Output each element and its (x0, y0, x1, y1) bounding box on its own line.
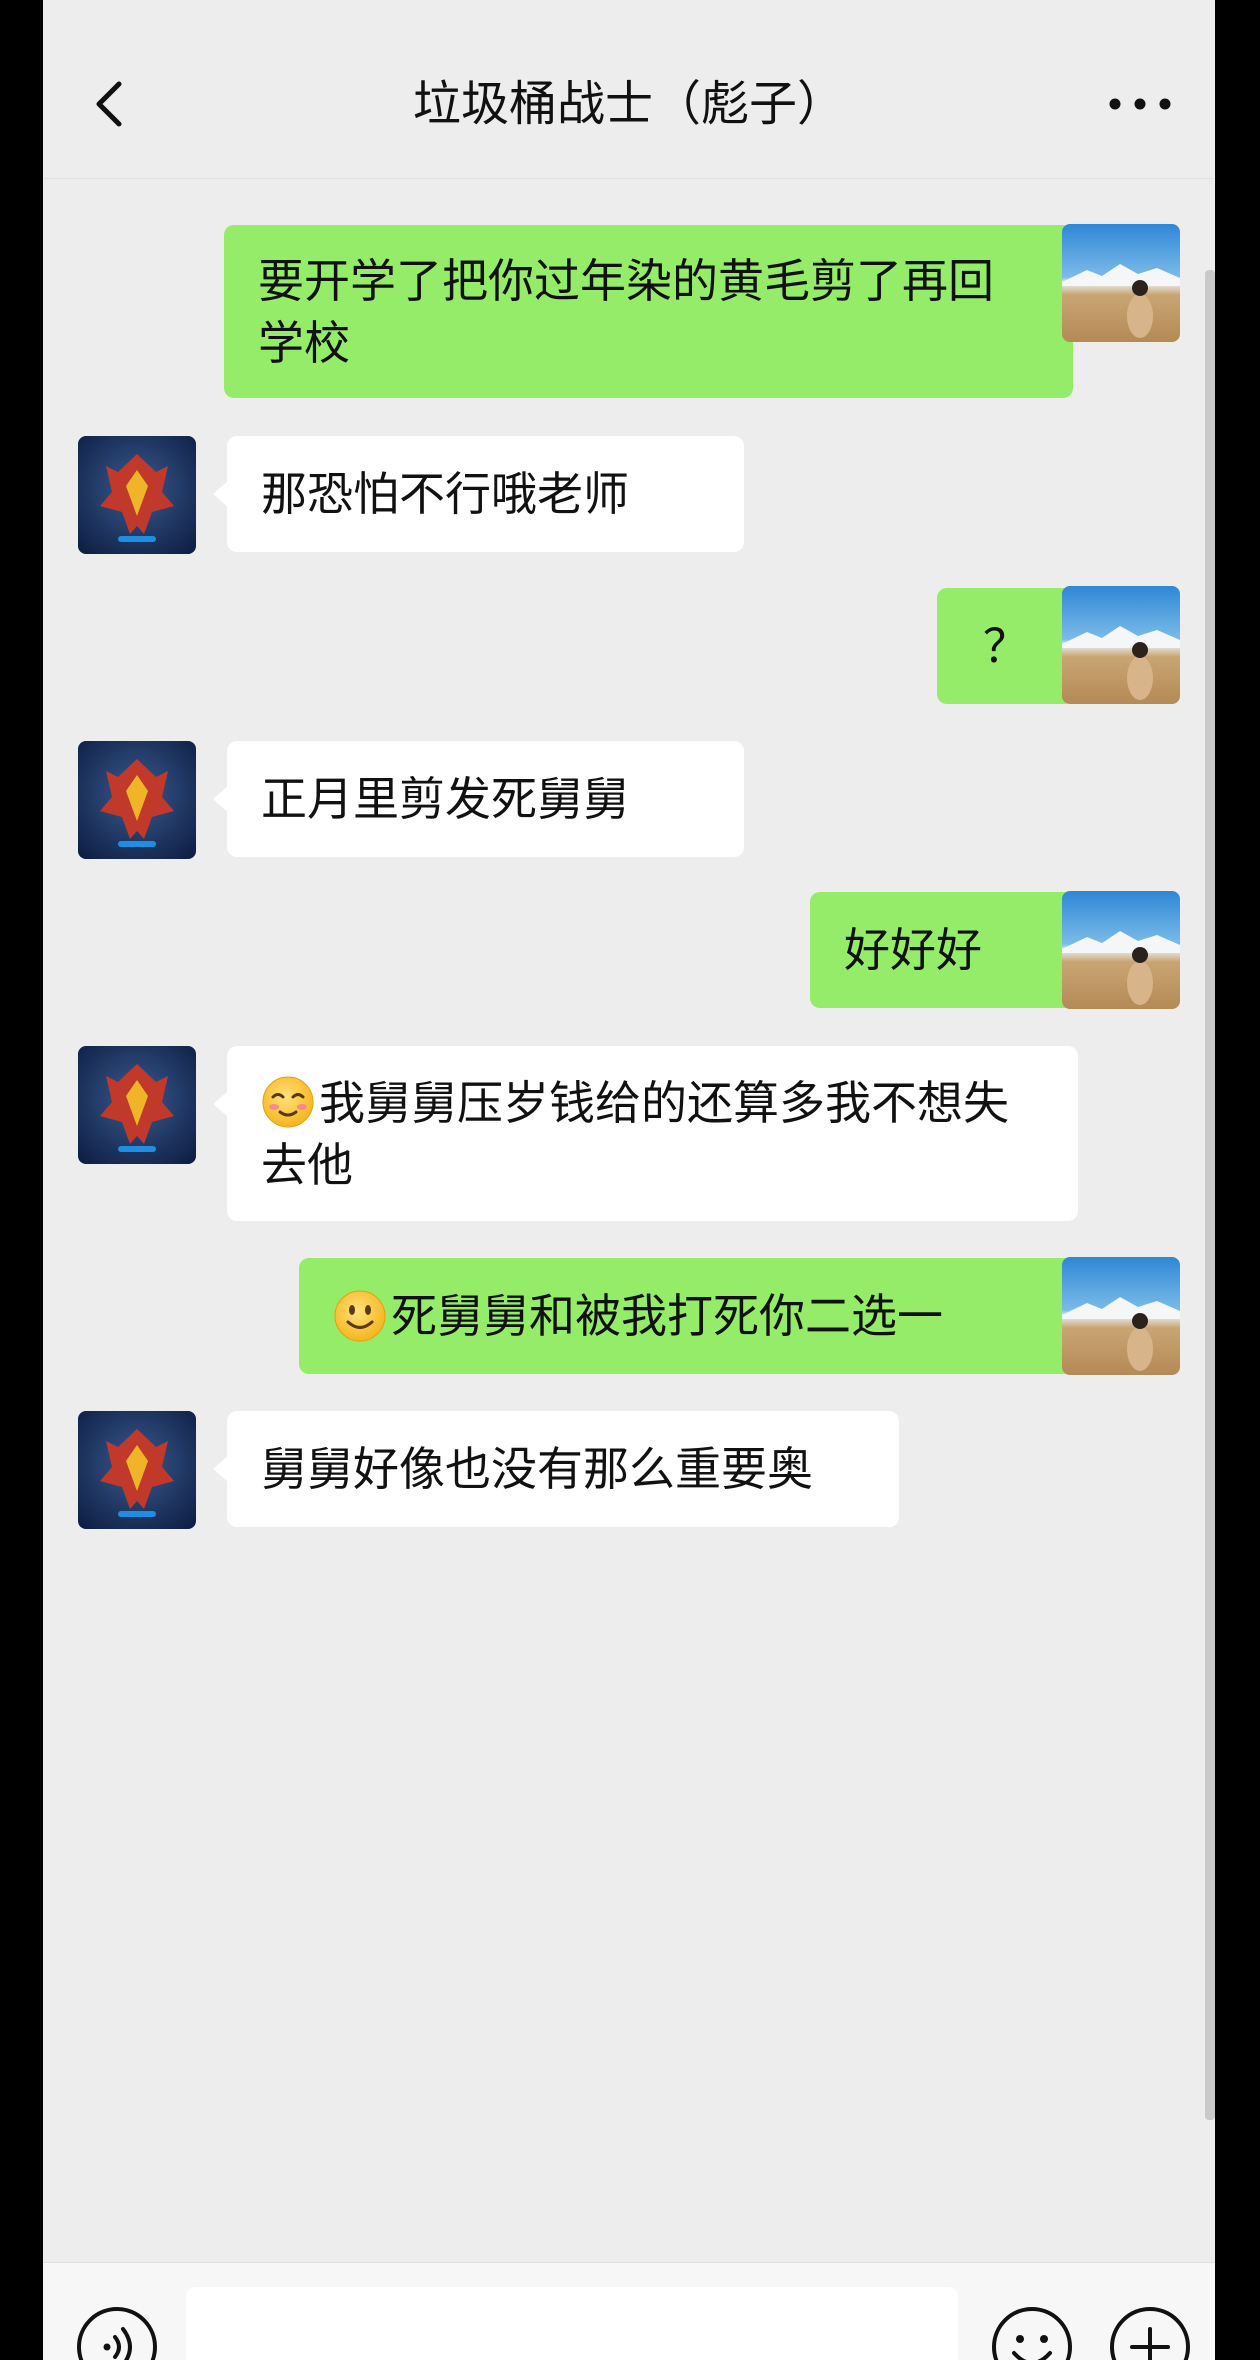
message-text: 死舅舅和被我打死你二选一 (391, 1289, 943, 1343)
message-text: 好好好 (844, 923, 982, 977)
message-bubble-incoming[interactable]: 那恐怕不行哦老师 (213, 436, 744, 552)
message-bubble-outgoing[interactable]: 好好好 (810, 892, 1089, 1008)
message-bubble-outgoing[interactable]: 要开学了把你过年染的黄毛剪了再回学校 (224, 225, 1087, 398)
message-text: 舅舅好像也没有那么重要奥 (261, 1442, 813, 1496)
my-avatar[interactable] (1062, 224, 1180, 342)
message-input[interactable] (186, 2287, 958, 2360)
contact-avatar[interactable] (78, 741, 196, 859)
message-bubble-incoming[interactable]: 我舅舅压岁钱给的还算多我不想失去他 (213, 1046, 1078, 1221)
chat-screen: 垃圾桶战士（彪子） 要开学了把你过年染的黄毛剪了再回学校 那恐怕不行哦老师 ？ (43, 0, 1215, 2360)
message-text: 正月里剪发死舅舅 (261, 772, 629, 826)
chevron-left-icon[interactable] (83, 76, 139, 132)
chat-title: 垃圾桶战士（彪子） (412, 76, 845, 132)
contact-avatar[interactable] (78, 1046, 196, 1164)
message-content: 我舅舅压岁钱给的还算多我不想失去他 (261, 1072, 1044, 1196)
plus-icon[interactable] (1108, 2305, 1192, 2360)
emoji-icon[interactable] (990, 2305, 1074, 2360)
my-avatar[interactable] (1062, 1257, 1180, 1375)
relieved-emoji-icon (262, 1076, 314, 1127)
message-text: 要开学了把你过年染的黄毛剪了再回学校 (258, 253, 994, 370)
contact-avatar[interactable] (78, 1411, 196, 1529)
contact-avatar[interactable] (78, 436, 196, 554)
chat-header: 垃圾桶战士（彪子） (43, 0, 1215, 179)
my-avatar[interactable] (1062, 586, 1180, 704)
voice-icon[interactable] (75, 2305, 159, 2360)
my-avatar[interactable] (1062, 891, 1180, 1009)
input-bar (43, 2262, 1215, 2360)
message-bubble-outgoing[interactable]: ？ (937, 588, 1089, 704)
message-bubble-outgoing[interactable]: 死舅舅和被我打死你二选一 (299, 1258, 1089, 1374)
message-bubble-incoming[interactable]: 正月里剪发死舅舅 (213, 741, 744, 857)
message-text: 我舅舅压岁钱给的还算多我不想失去他 (261, 1075, 1009, 1192)
scrollbar[interactable] (1205, 270, 1215, 2120)
message-text: ？ (983, 619, 1029, 673)
message-bubble-incoming[interactable]: 舅舅好像也没有那么重要奥 (213, 1411, 899, 1527)
message-text: 那恐怕不行哦老师 (261, 467, 629, 521)
more-dots-icon[interactable] (1105, 84, 1175, 124)
smile-emoji-icon (334, 1290, 386, 1342)
